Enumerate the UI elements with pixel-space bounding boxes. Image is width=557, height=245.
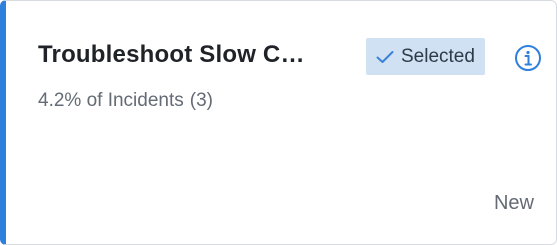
incident-share: 4.2% of Incidents (3) [38, 90, 213, 112]
recommendation-card[interactable]: Troubleshoot Slow C… Selected 4.2% of In… [0, 0, 557, 245]
status-label: New [493, 192, 534, 214]
incident-percentage: 4.2% of Incidents [38, 90, 184, 111]
incident-count: (3) [189, 90, 213, 111]
info-icon[interactable] [514, 44, 542, 72]
card-title: Troubleshoot Slow C… [38, 41, 305, 68]
selected-badge-label: Selected [401, 45, 475, 67]
selected-badge: Selected [366, 38, 485, 75]
checkmark-icon [376, 50, 394, 63]
